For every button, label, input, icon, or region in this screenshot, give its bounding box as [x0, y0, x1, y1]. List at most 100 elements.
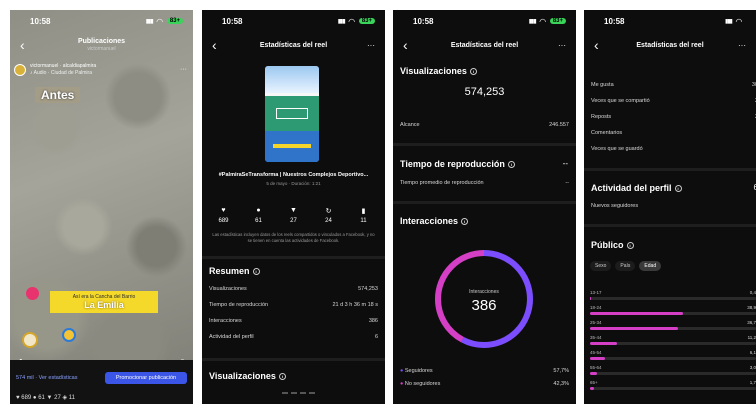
interaction-row: Reposts2	[591, 114, 756, 120]
age-row: 18-24 38,9	[590, 305, 756, 315]
age-value: 11,2	[747, 335, 756, 340]
stat-reposts: ↻ 24	[316, 207, 342, 224]
emoji-sticker	[62, 328, 76, 342]
reel-insights-screen: 10:58 ▮▮▮ ◠ 83+ ‹ Estadísticas del reel …	[202, 10, 385, 404]
signal-icon: ▮▮▮	[724, 18, 733, 25]
interaction-row: Comentarios	[591, 130, 623, 136]
top-nav: ‹ Publicaciones victormanuel	[10, 34, 193, 56]
info-icon[interactable]: i	[469, 68, 477, 76]
new-followers-row: Nuevos seguidores	[591, 203, 639, 209]
nav-title: Estadísticas del reel	[450, 41, 519, 49]
interaction-row: Me gusta30	[591, 82, 756, 88]
age-bar-track	[590, 372, 756, 375]
age-bar-track	[590, 357, 756, 360]
age-label: 55-64	[590, 365, 602, 370]
avatar[interactable]	[14, 64, 26, 76]
age-value: 1,7	[749, 380, 756, 385]
age-label: 45-54	[590, 350, 602, 355]
view-insights-link[interactable]: 574 mil · Ver estadísticas	[16, 375, 77, 381]
top-nav: ‹ Estadísticas del reel ···	[393, 34, 576, 56]
age-label: 13-17	[590, 290, 602, 295]
info-icon[interactable]: i	[278, 373, 286, 381]
interaction-row: Veces que se compartió2	[591, 98, 756, 104]
age-bar-fill	[590, 297, 591, 300]
reel-view-screen: 10:58 ▮▮▮ ◠ 83+ ‹ Publicaciones victorma…	[10, 10, 193, 404]
battery-badge: 83+	[166, 18, 183, 24]
summary-title: Resumen i	[209, 266, 260, 276]
age-row: 65+ 1,7	[590, 380, 756, 390]
age-row: 35-44 11,2	[590, 335, 756, 345]
donut-label: Interacciones	[469, 289, 499, 295]
stat-saves: ▮ 11	[351, 207, 377, 224]
wifi-icon: ◠	[539, 16, 546, 26]
info-icon[interactable]: i	[674, 185, 682, 193]
save-icon: ▮	[361, 208, 366, 215]
post-title: #PalmiraSeTransforma | Nuestros Complejo…	[218, 172, 369, 178]
top-nav: ‹ Estadísticas del reel ···	[584, 34, 756, 56]
signal-icon: ▮▮▮	[145, 18, 154, 25]
age-bar-fill	[590, 342, 617, 345]
tab-gender[interactable]: Sexo	[590, 261, 612, 271]
wifi-icon: ◠	[735, 16, 742, 26]
audience-tabs: Sexo País Edad	[590, 261, 662, 271]
banner-big: La Emilia	[84, 300, 124, 310]
interaction-row: Veces que se guardó	[591, 146, 643, 152]
status-time: 10:58	[30, 16, 51, 26]
stat-likes: ♥ 689	[211, 207, 237, 224]
more-icon[interactable]: ···	[552, 41, 566, 50]
status-time: 10:58	[222, 16, 243, 26]
tab-age[interactable]: Edad	[639, 261, 662, 271]
share-icon: ▼	[290, 207, 297, 214]
audio-line[interactable]: ♪ Audio · Ciudad de Palmira	[30, 70, 92, 76]
promote-button[interactable]: Promocionar publicación	[105, 372, 187, 384]
top-nav: ‹ Estadísticas del reel ···	[202, 34, 385, 56]
age-bar-track	[590, 387, 756, 390]
heart-sticker-icon	[26, 287, 39, 300]
age-label: 25-34	[590, 320, 602, 325]
repost-icon: ↻	[325, 208, 332, 215]
author-row[interactable]: victormanuel · alcaldiapalmira ♪ Audio ·…	[14, 63, 96, 77]
status-bar: 10:58 ▮▮▮ ◠ 83+	[10, 10, 193, 32]
wifi-icon: ◠	[348, 16, 355, 26]
comment-icon: ●	[256, 207, 261, 214]
tab-country[interactable]: País	[615, 261, 636, 271]
legend-followers: ● Seguidores 57,7%	[400, 368, 569, 374]
summary-row: Visualizaciones 574,253	[209, 286, 378, 292]
age-row: 25-34 36,7	[590, 320, 756, 330]
post-meta: 5 de mayo · Duración: 1:21	[266, 181, 321, 186]
interactions-donut: Interacciones 386	[435, 250, 533, 348]
age-label: 35-44	[590, 335, 602, 340]
info-icon[interactable]: i	[252, 268, 260, 276]
avg-playback-row: Tiempo promedio de reproducción --	[400, 180, 569, 186]
reel-thumbnail[interactable]	[265, 66, 319, 162]
info-icon[interactable]: i	[626, 242, 634, 250]
more-icon[interactable]: ···	[180, 66, 187, 73]
stat-comments: ● 61	[246, 207, 272, 224]
age-bar-fill	[590, 387, 595, 390]
author-line[interactable]: victormanuel · alcaldiapalmira	[30, 63, 96, 69]
views-section-title: Visualizaciones i	[400, 66, 477, 76]
reel-insights-audience-screen: 10:58 ▮▮▮ ◠ ‹ Estadísticas del reel ··· …	[584, 10, 756, 404]
back-arrow-icon[interactable]: ‹	[20, 37, 34, 53]
age-value: 3,0	[749, 365, 756, 370]
nav-title: Estadísticas del reel	[636, 41, 704, 49]
age-value: 38,9	[747, 305, 756, 310]
more-icon[interactable]: ···	[732, 41, 746, 50]
signal-icon: ▮▮▮	[337, 18, 346, 25]
back-arrow-icon[interactable]: ‹	[212, 37, 226, 53]
age-bar-fill	[590, 372, 598, 375]
age-bar-fill	[590, 327, 678, 330]
profile-sticker	[22, 332, 38, 348]
stat-shares: ▼ 27	[281, 207, 307, 224]
back-arrow-icon[interactable]: ‹	[403, 37, 417, 53]
views-total: 574,253	[464, 86, 505, 98]
info-icon[interactable]: i	[507, 161, 515, 169]
playback-section-title: Tiempo de reproducción i	[400, 159, 515, 169]
more-icon[interactable]: ···	[361, 41, 375, 50]
reel-actions[interactable]: ♥ 689 ● 61 ▼ 27 ◈ 11	[16, 394, 75, 401]
back-arrow-icon[interactable]: ‹	[594, 37, 608, 53]
reach-row: Alcance 246.557	[400, 122, 569, 128]
age-value: 0,4	[749, 290, 756, 295]
info-icon[interactable]: i	[461, 218, 469, 226]
interactions-section-title: Interacciones i	[400, 216, 469, 226]
